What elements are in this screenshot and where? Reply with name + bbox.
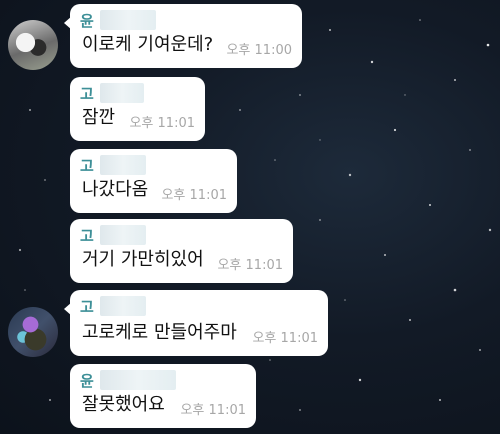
message-time: 오후 11:01 [161, 188, 227, 203]
message-bubble[interactable]: 윤 이로케 기여운데? 오후 11:00 [64, 4, 302, 68]
message-text: 이로케 기여운데? [82, 34, 214, 55]
message-bubble[interactable]: 고 고로케로 만들어주마 오후 11:01 [64, 290, 328, 356]
message-bubble[interactable]: 고 잠깐 오후 11:01 [70, 77, 205, 141]
redacted-name [100, 225, 146, 245]
sender-name: 윤 [80, 12, 94, 30]
message-text: 잘못했어요 [82, 394, 165, 415]
sender-name: 윤 [80, 372, 94, 390]
redacted-name [100, 83, 144, 103]
message-bubble[interactable]: 윤 잘못했어요 오후 11:01 [70, 364, 256, 428]
message-time: 오후 11:00 [226, 43, 292, 58]
redacted-name [100, 155, 146, 175]
redacted-name [100, 10, 156, 30]
message-time: 오후 11:01 [217, 258, 283, 273]
sender-name: 고 [80, 298, 94, 316]
message-time: 오후 11:01 [129, 116, 195, 131]
message-bubble[interactable]: 고 나갔다옴 오후 11:01 [70, 149, 237, 213]
redacted-name [100, 296, 146, 316]
sender-name: 고 [80, 85, 94, 103]
sender-name: 고 [80, 227, 94, 245]
redacted-name [100, 370, 176, 390]
sender-avatar-cat[interactable] [8, 20, 58, 70]
message-text: 고로케로 만들어주마 [82, 322, 237, 343]
bubble-tail [64, 16, 72, 30]
sender-avatar-character[interactable] [8, 307, 58, 357]
message-time: 오후 11:01 [252, 331, 318, 346]
bubble-tail [64, 302, 72, 316]
message-text: 잠깐 [82, 107, 116, 128]
message-text: 나갔다옴 [82, 179, 149, 200]
message-text: 거기 가만히있어 [82, 249, 204, 270]
message-time: 오후 11:01 [180, 403, 246, 418]
sender-name: 고 [80, 157, 94, 175]
message-bubble[interactable]: 고 거기 가만히있어 오후 11:01 [70, 219, 293, 283]
